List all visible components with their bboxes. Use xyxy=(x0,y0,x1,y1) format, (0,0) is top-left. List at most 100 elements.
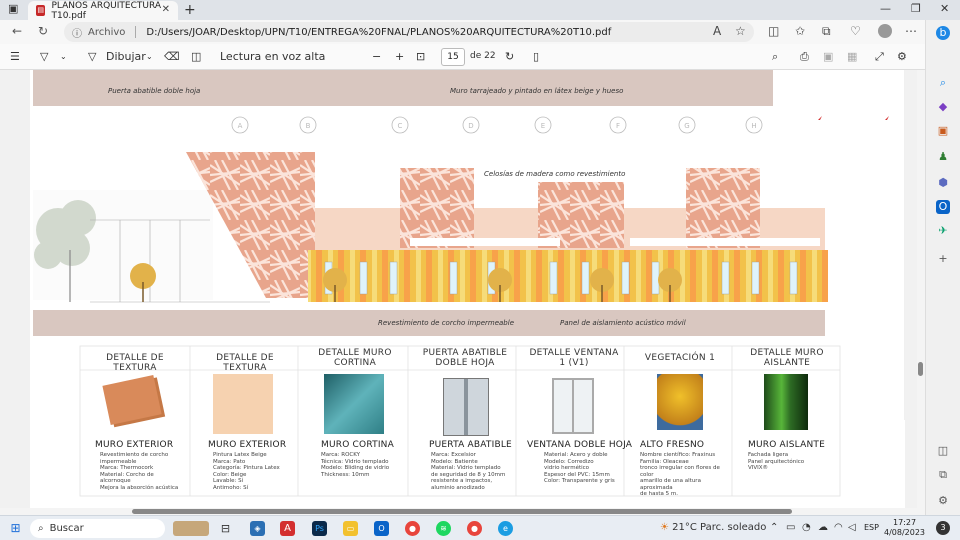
file-explorer-icon[interactable]: ▭ xyxy=(343,521,358,536)
beige-paint-image xyxy=(213,374,273,434)
detail-subtitle: MURO EXTERIOR xyxy=(95,440,174,450)
tools-icon[interactable]: ▣ xyxy=(936,124,950,138)
read-aloud-button[interactable]: Lectura en voz alta xyxy=(220,50,325,63)
outlook-icon[interactable]: O xyxy=(936,200,950,214)
browser-essentials-icon[interactable]: ♡ xyxy=(850,24,861,38)
draw-button[interactable]: Dibujar xyxy=(106,50,146,63)
back-icon[interactable]: ← xyxy=(12,24,22,38)
outlook-icon[interactable]: O xyxy=(374,521,389,536)
settings-icon[interactable]: ⚙ xyxy=(936,494,950,508)
office-icon[interactable]: ⬢ xyxy=(936,176,950,190)
detail-subtitle: VENTANA DOBLE HOJA xyxy=(527,440,633,450)
app-icon[interactable]: ◈ xyxy=(250,521,265,536)
window-menu-icon[interactable]: ▣ xyxy=(8,2,18,15)
draw-icon[interactable]: ▽ xyxy=(88,50,96,63)
network-icon[interactable]: ◔ xyxy=(802,522,811,533)
avatar[interactable] xyxy=(878,24,892,38)
volume-icon[interactable]: ◁ xyxy=(848,522,856,533)
contents-icon[interactable]: ☰ xyxy=(10,50,20,63)
language-indicator[interactable]: ESP xyxy=(864,523,879,532)
clock[interactable]: 17:27 4/08/2023 xyxy=(884,518,925,538)
detail-subtitle: MURO CORTINA xyxy=(321,440,394,450)
chrome-icon[interactable]: ● xyxy=(405,521,420,536)
detail-title: DETALLE MURO CORTINA xyxy=(318,348,392,368)
detail-description: Pintura Latex Beige Marca: Pato Categoría:… xyxy=(213,452,280,491)
page-number-input[interactable]: 15 xyxy=(441,48,465,66)
onedrive-icon[interactable]: ☁ xyxy=(818,522,828,533)
highlight-icon[interactable]: ▽ xyxy=(40,50,48,63)
games-icon[interactable]: ♟ xyxy=(936,150,950,164)
save-icon[interactable]: ▣ xyxy=(823,50,833,63)
fullscreen-icon[interactable]: ⤢ xyxy=(875,50,884,64)
refresh-icon[interactable]: ↻ xyxy=(38,24,48,38)
external-link-icon[interactable]: ⧉ xyxy=(936,468,950,482)
axis-marker: D xyxy=(468,122,473,130)
edge-icon[interactable]: e xyxy=(498,521,513,536)
acrobat-icon[interactable]: A xyxy=(280,521,295,536)
search-icon[interactable]: ⌕ xyxy=(772,50,778,64)
favorites-icon[interactable]: ✩ xyxy=(795,24,805,38)
favorite-star-icon[interactable]: ☆ xyxy=(735,24,746,38)
browser-tab[interactable]: ▤ PLANOS ARQUITECTURA T10.pdf ✕ xyxy=(28,1,178,21)
chevron-down-icon[interactable]: ⌄ xyxy=(60,52,67,61)
close-window-icon[interactable]: ✕ xyxy=(940,2,949,15)
detail-description: Marca: ROCKY Técnica: Vidrio templado Mode… xyxy=(321,452,390,478)
detail-description: Marca: Excelsior Modelo: Batiente Material… xyxy=(431,452,506,491)
settings-icon[interactable]: ⚙ xyxy=(897,50,907,63)
close-tab-icon[interactable]: ✕ xyxy=(162,4,170,15)
pdf-viewer[interactable]: A B C D E F G H Puerta abatible doble ho… xyxy=(0,70,925,508)
chevron-down-icon[interactable]: ⌄ xyxy=(146,52,153,61)
shopping-icon[interactable]: ◆ xyxy=(936,100,950,114)
detail-subtitle: MURO EXTERIOR xyxy=(208,440,287,450)
search-highlight-icon[interactable] xyxy=(173,521,209,536)
task-view-icon[interactable]: ⊟ xyxy=(218,521,233,536)
horizontal-scrollbar[interactable] xyxy=(0,508,925,515)
zoom-in-icon[interactable]: + xyxy=(395,50,404,63)
read-mode-icon[interactable]: A xyxy=(713,24,721,38)
collections-icon[interactable]: ⧉ xyxy=(822,24,831,39)
fit-page-icon[interactable]: ⊡ xyxy=(416,50,425,63)
scroll-thumb[interactable] xyxy=(132,509,792,514)
minimize-icon[interactable]: — xyxy=(880,2,891,15)
print-icon[interactable]: ⎙ xyxy=(800,50,809,64)
save-as-icon[interactable]: ▦ xyxy=(847,50,857,63)
maximize-icon[interactable]: ❐ xyxy=(911,2,921,15)
striped-facade xyxy=(308,250,828,302)
photoshop-icon[interactable]: Ps xyxy=(312,521,327,536)
url-field[interactable]: ⓘ Archivo D:/Users/JOAR/Desktop/UPN/T10/… xyxy=(64,22,754,42)
add-icon[interactable]: + xyxy=(936,252,950,266)
address-bar: ← ↻ ⓘ Archivo D:/Users/JOAR/Desktop/UPN/… xyxy=(0,20,960,44)
more-options-icon[interactable]: ⋯ xyxy=(905,24,917,38)
page-view-icon[interactable]: ▯ xyxy=(533,50,539,63)
pdf-page: A B C D E F G H Puerta abatible doble ho… xyxy=(30,70,906,508)
spotify-icon[interactable]: ≋ xyxy=(436,521,451,536)
swing-door-image xyxy=(443,378,489,436)
new-tab-button[interactable]: + xyxy=(184,2,196,18)
zoom-out-icon[interactable]: − xyxy=(372,50,381,63)
wifi-icon[interactable]: ◠ xyxy=(834,522,843,533)
lattice-panel xyxy=(400,168,474,248)
chrome-icon[interactable]: ● xyxy=(467,521,482,536)
pdf-icon: ▤ xyxy=(36,5,46,16)
eraser-icon[interactable]: ⌫ xyxy=(164,50,180,63)
start-icon[interactable]: ⊞ xyxy=(8,521,23,536)
sidebar-toggle-icon[interactable]: ◫ xyxy=(936,444,950,458)
drawing-label: Panel de aislamiento acústico móvil xyxy=(560,319,686,327)
weather[interactable]: ☀ 21°C Parc. soleado xyxy=(660,522,766,533)
detail-title: DETALLE DE TEXTURA xyxy=(216,353,274,373)
bing-chat-icon[interactable]: b xyxy=(936,26,950,40)
show-hidden-icons-icon[interactable]: ⌃ xyxy=(770,522,778,533)
scroll-thumb[interactable] xyxy=(918,362,923,376)
vertical-scrollbar[interactable] xyxy=(917,70,925,508)
battery-icon[interactable]: ▭ xyxy=(786,522,795,533)
split-screen-icon[interactable]: ◫ xyxy=(768,24,779,38)
notifications-badge[interactable]: 3 xyxy=(936,521,950,535)
info-icon[interactable]: ⓘ xyxy=(72,25,82,40)
search-icon[interactable]: ⌕ xyxy=(936,76,950,90)
rotate-icon[interactable]: ↻ xyxy=(505,50,514,63)
text-icon[interactable]: ◫ xyxy=(191,50,201,63)
drop-icon[interactable]: ✈ xyxy=(936,224,950,238)
drawing-label: Muro tarrajeado y pintado en látex beige… xyxy=(450,87,624,95)
detail-description: Revestimiento de corcho impermeable Marca:… xyxy=(100,452,179,491)
search-input[interactable]: ⌕ Buscar xyxy=(30,519,165,538)
